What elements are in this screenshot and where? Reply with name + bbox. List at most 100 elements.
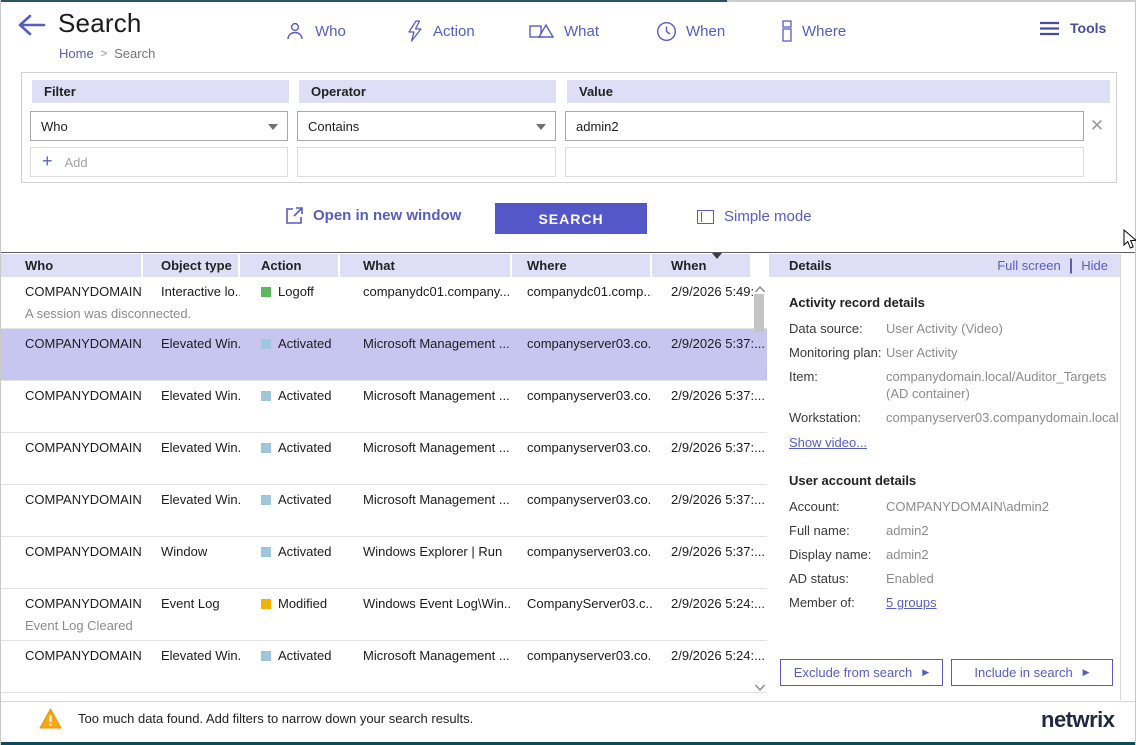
cell-when: 2/9/2026 5:24:... — [652, 641, 767, 692]
nav-item-when[interactable]: When — [656, 18, 725, 44]
remove-filter-icon[interactable]: ✕ — [1087, 116, 1107, 136]
breadcrumb: Home > Search — [59, 46, 155, 61]
submenu-arrow-icon: ▶ — [1083, 667, 1090, 678]
action-label: Activated — [278, 544, 331, 559]
cell-where: companyserver03.co... — [512, 485, 652, 536]
cell-object-type: Elevated Win... — [143, 485, 240, 536]
window-top-border — [1, 0, 1135, 2]
cell-what: Microsoft Management ... — [340, 381, 512, 432]
nav-item-label: What — [564, 23, 599, 40]
submenu-arrow-icon: ▶ — [922, 667, 929, 678]
details-panel: Details Full screen | Hide Activity reco… — [769, 254, 1121, 700]
filter-select[interactable]: Who — [30, 111, 288, 141]
column-header-where[interactable]: Where — [512, 254, 652, 277]
action-status-square — [261, 443, 271, 453]
table-row[interactable]: COMPANYDOMAIN... Elevated Win... Activat… — [1, 433, 767, 485]
details-field: Display name: admin2 — [789, 546, 1106, 563]
cell-what: Windows Event Log\Win... — [340, 589, 512, 640]
details-section-heading: User account details — [789, 473, 1106, 488]
open-in-new-window-button[interactable]: Open in new window — [285, 206, 461, 225]
chevron-down-icon — [268, 124, 278, 130]
cell-where: companyserver03.co... — [512, 537, 652, 588]
table-row[interactable]: COMPANYDOMAIN... Interactive lo... Logof… — [1, 277, 767, 329]
nav-item-label: When — [686, 23, 725, 40]
exclude-from-search-button[interactable]: Exclude from search ▶ — [780, 659, 943, 686]
details-field-value: companyserver03.companydomain.local — [886, 409, 1119, 426]
nav-item-what[interactable]: What — [529, 18, 599, 44]
cell-action: Logoff — [240, 277, 340, 328]
nav-item-label: Who — [315, 23, 346, 40]
action-status-square — [261, 547, 271, 557]
include-in-search-button[interactable]: Include in search ▶ — [951, 659, 1113, 686]
breadcrumb-separator: > — [101, 48, 107, 60]
details-field-label: Display name: — [789, 546, 886, 563]
table-row[interactable]: COMPANYDOMAIN... Elevated Win... Activat… — [1, 381, 767, 433]
results-top-divider — [1, 252, 1135, 253]
column-header-when[interactable]: When — [652, 254, 752, 277]
search-button[interactable]: SEARCH — [495, 203, 647, 234]
cell-when: 2/9/2026 5:49:... — [652, 277, 767, 328]
column-header-what[interactable]: What — [340, 254, 512, 277]
simple-mode-toggle[interactable]: Simple mode — [697, 208, 812, 225]
cell-who: COMPANYDOMAIN... — [1, 641, 143, 692]
where-icon — [781, 20, 793, 42]
action-icon — [406, 20, 424, 42]
member-of-groups-link[interactable]: 5 groups — [886, 594, 1106, 611]
scrollbar-thumb[interactable] — [754, 294, 764, 332]
table-row[interactable]: COMPANYDOMAIN... Elevated Win... Activat… — [1, 641, 767, 693]
details-field-label: Monitoring plan: — [789, 344, 886, 361]
details-field: Monitoring plan: User Activity — [789, 344, 1106, 361]
table-row[interactable]: COMPANYDOMAIN... Elevated Win... Activat… — [1, 485, 767, 537]
cell-where: companyserver03.co... — [512, 329, 652, 380]
details-field-value: User Activity — [886, 344, 1106, 361]
empty-operator-cell[interactable] — [297, 147, 556, 177]
table-row[interactable]: COMPANYDOMAIN... Event Log Modified Wind… — [1, 589, 767, 641]
nav-item-label: Action — [433, 23, 475, 40]
cell-when: 2/9/2026 5:37:... — [652, 537, 767, 588]
scrollbar-down-arrow[interactable] — [754, 679, 766, 689]
warning-message: Too much data found. Add filters to narr… — [78, 711, 473, 726]
back-button[interactable] — [17, 13, 49, 39]
column-header-action[interactable]: Action — [240, 254, 340, 277]
nav-item-action[interactable]: Action — [406, 18, 475, 44]
column-header-who[interactable]: Who — [1, 254, 143, 277]
hide-details-link[interactable]: Hide — [1081, 258, 1108, 273]
cell-object-type: Elevated Win... — [143, 641, 240, 692]
breadcrumb-home-link[interactable]: Home — [59, 46, 94, 61]
empty-value-cell[interactable] — [565, 147, 1084, 177]
tools-menu-button[interactable]: Tools — [1039, 20, 1106, 36]
nav-item-where[interactable]: Where — [781, 18, 846, 44]
action-label: Activated — [278, 388, 331, 403]
simple-mode-icon — [697, 210, 714, 224]
table-row[interactable]: COMPANYDOMAIN... Window Activated Window… — [1, 537, 767, 589]
action-label: Logoff — [278, 284, 314, 299]
table-row[interactable]: COMPANYDOMAIN... Elevated Win... Activat… — [1, 329, 767, 381]
full-screen-link[interactable]: Full screen — [997, 258, 1061, 273]
details-field-value: admin2 — [886, 522, 1106, 539]
value-input[interactable]: admin2 — [565, 111, 1084, 141]
external-link-icon — [285, 206, 304, 225]
row-note: Event Log Cleared — [25, 618, 133, 633]
scrollbar-up-arrow[interactable] — [754, 281, 766, 291]
details-field: AD status: Enabled — [789, 570, 1106, 587]
cell-when: 2/9/2026 5:37:... — [652, 485, 767, 536]
details-field: Member of: 5 groups — [789, 594, 1106, 611]
breadcrumb-current: Search — [114, 46, 155, 61]
mouse-cursor — [1123, 229, 1136, 255]
who-icon — [284, 20, 306, 42]
details-field-label: Data source: — [789, 320, 886, 337]
add-filter-button[interactable]: + Add — [30, 147, 288, 177]
action-status-square — [261, 391, 271, 401]
column-header-object-type[interactable]: Object type — [143, 254, 240, 277]
operator-select[interactable]: Contains — [297, 111, 556, 141]
table-body: COMPANYDOMAIN... Interactive lo... Logof… — [1, 277, 767, 694]
action-status-square — [261, 287, 271, 297]
cell-object-type: Elevated Win... — [143, 329, 240, 380]
details-section-heading: Activity record details — [789, 295, 1106, 310]
nav-item-who[interactable]: Who — [284, 18, 346, 44]
details-field-value: User Activity (Video) — [886, 320, 1106, 337]
open-in-new-window-label: Open in new window — [313, 207, 461, 224]
back-arrow-icon — [17, 13, 47, 37]
cell-what: Microsoft Management ... — [340, 433, 512, 484]
show-video-link[interactable]: Show video... — [789, 435, 867, 450]
